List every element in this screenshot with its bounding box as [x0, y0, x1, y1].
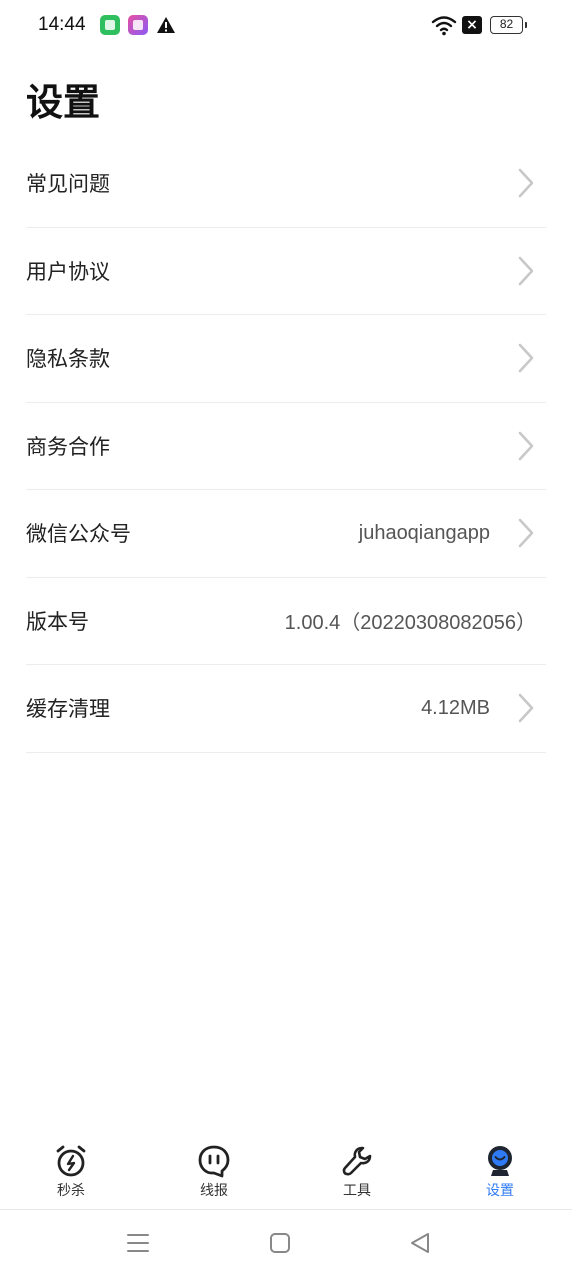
chat-bubble-icon [198, 1145, 230, 1178]
status-time: 14:44 [38, 14, 86, 35]
no-sim-icon: × [462, 16, 482, 34]
battery-icon: 82 [490, 16, 527, 34]
settings-row-privacy[interactable]: 隐私条款 [26, 315, 546, 403]
back-icon[interactable] [409, 1231, 431, 1255]
row-value: juhaoqiangapp [358, 521, 490, 544]
warning-icon [157, 17, 175, 33]
system-nav-bar [0, 1211, 572, 1280]
wifi-icon [431, 16, 457, 36]
tab-deals[interactable]: 线报 [164, 1144, 264, 1206]
status-bar: 14:44 × 82 [0, 0, 572, 52]
alarm-clock-icon [56, 1145, 86, 1177]
row-label: 版本号 [26, 609, 89, 634]
settings-row-faq[interactable]: 常见问题 [26, 140, 546, 228]
tab-settings[interactable]: 设置 [450, 1144, 550, 1206]
tab-seckill[interactable]: 秒杀 [21, 1144, 121, 1206]
settings-row-version: 版本号 1.00.4（20220308082056） [26, 578, 546, 665]
row-label: 用户协议 [26, 259, 110, 284]
settings-row-wechat[interactable]: 微信公众号 juhaoqiangapp [26, 490, 546, 578]
row-label: 商务合作 [26, 434, 110, 459]
tab-label: 秒杀 [57, 1183, 85, 1199]
chevron-right-icon [518, 256, 534, 286]
settings-row-user-agreement[interactable]: 用户协议 [26, 228, 546, 315]
row-label: 隐私条款 [26, 347, 110, 372]
chevron-right-icon [518, 168, 534, 198]
chevron-right-icon [518, 343, 534, 373]
profile-face-icon [488, 1146, 512, 1176]
row-label: 缓存清理 [26, 697, 110, 722]
tab-tools[interactable]: 工具 [307, 1144, 407, 1206]
chevron-right-icon [518, 518, 534, 548]
row-label: 微信公众号 [26, 522, 131, 547]
tab-label: 线报 [200, 1183, 228, 1199]
chevron-right-icon [518, 431, 534, 461]
chevron-right-icon [518, 693, 534, 723]
settings-row-clear-cache[interactable]: 缓存清理 4.12MB [26, 665, 546, 753]
row-value: 4.12MB [421, 696, 490, 719]
app-notification-icon [100, 15, 120, 35]
row-value: 1.00.4（20220308082056） [284, 612, 536, 635]
tab-label: 设置 [486, 1183, 514, 1199]
home-icon[interactable] [269, 1231, 291, 1255]
row-label: 常见问题 [26, 172, 110, 197]
bottom-tab-bar: 秒杀 线报 工具 设置 [0, 1138, 572, 1210]
settings-list: 常见问题 用户协议 隐私条款 商务合作 微信公众号 juhaoqiangapp … [26, 140, 546, 753]
page-title: 设置 [26, 81, 100, 124]
settings-row-business[interactable]: 商务合作 [26, 403, 546, 490]
menu-icon[interactable] [127, 1231, 149, 1255]
app-notification-icon [128, 15, 148, 35]
wrench-icon [342, 1146, 372, 1176]
tab-label: 工具 [343, 1183, 371, 1199]
